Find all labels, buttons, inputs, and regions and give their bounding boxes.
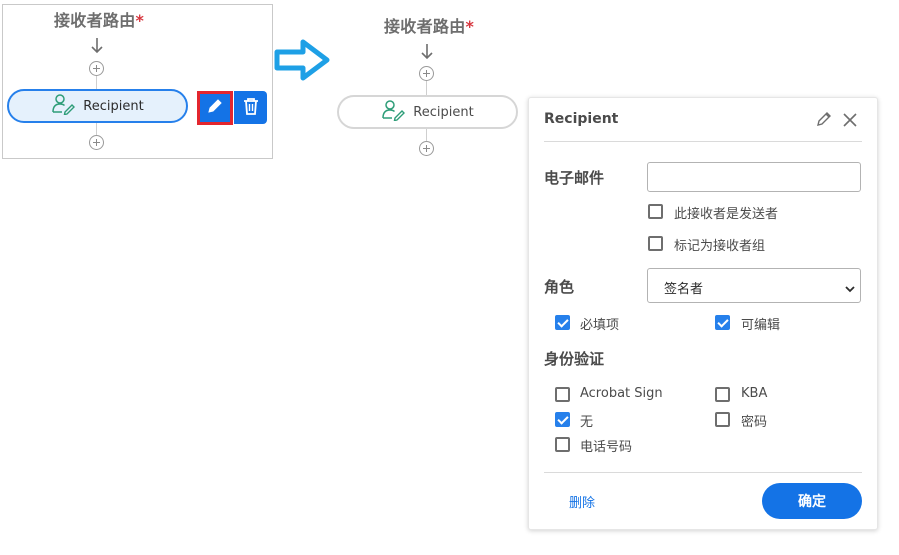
close-icon[interactable]	[842, 112, 858, 132]
email-field[interactable]	[647, 162, 861, 192]
delete-node-button[interactable]	[234, 91, 267, 124]
password-checkbox[interactable]	[715, 412, 730, 427]
transition-arrow-icon	[273, 38, 331, 86]
acrobat-sign-checkbox[interactable]	[555, 387, 570, 402]
panel-footer-divider	[544, 472, 862, 473]
pencil-icon	[206, 97, 224, 119]
trash-icon	[243, 97, 259, 119]
email-label: 电子邮件	[544, 169, 605, 187]
role-label: 角色	[544, 278, 575, 296]
right-connector-bottom	[426, 129, 427, 141]
right-flow-title: 接收者路由*	[384, 13, 474, 37]
left-add-step-top-icon[interactable]	[89, 61, 104, 76]
required-checkbox-label: 必填项	[580, 318, 620, 333]
kba-checkbox[interactable]	[715, 387, 730, 402]
panel-header-divider	[544, 141, 862, 142]
right-recipient-label: Recipient	[413, 104, 474, 120]
acrobat-sign-checkbox-label: Acrobat Sign	[580, 386, 663, 401]
left-recipient-label: Recipient	[83, 98, 144, 114]
confirm-button-label: 确定	[798, 494, 826, 510]
left-required-mark: *	[135, 11, 145, 30]
sender-checkbox-label: 此接收者是发送者	[674, 207, 779, 222]
none-checkbox-label: 无	[580, 415, 594, 430]
left-add-step-bottom-icon[interactable]	[89, 135, 104, 150]
left-down-arrow-icon	[88, 36, 106, 60]
chevron-down-icon	[844, 280, 856, 299]
panel-edit-icon[interactable]	[816, 111, 832, 131]
right-recipient-node[interactable]: Recipient	[337, 95, 518, 129]
none-checkbox[interactable]	[555, 412, 570, 427]
editable-checkbox[interactable]	[715, 315, 730, 330]
recipient-sign-icon	[381, 99, 406, 125]
edit-button[interactable]	[197, 91, 233, 125]
left-connector-top	[96, 76, 97, 90]
group-checkbox-label: 标记为接收者组	[674, 239, 766, 254]
left-connector-bottom	[96, 123, 97, 135]
sender-checkbox[interactable]	[648, 204, 663, 219]
left-recipient-node[interactable]: Recipient	[7, 89, 188, 123]
right-flow-title-text: 接收者路由	[384, 17, 466, 36]
confirm-button[interactable]: 确定	[762, 483, 862, 519]
role-select[interactable]: 签名者	[647, 268, 861, 303]
right-down-arrow-icon	[418, 42, 436, 66]
phone-checkbox-label: 电话号码	[580, 440, 633, 455]
required-checkbox[interactable]	[555, 315, 570, 330]
phone-checkbox[interactable]	[555, 437, 570, 452]
left-flow-title-text: 接收者路由	[54, 11, 136, 30]
role-selected-value: 签名者	[664, 282, 704, 297]
right-connector-top	[426, 81, 427, 96]
panel-header-title: Recipient	[544, 111, 619, 127]
password-checkbox-label: 密码	[741, 415, 768, 430]
right-required-mark: *	[465, 17, 475, 36]
delete-link[interactable]: 删除	[569, 492, 595, 511]
recipient-sign-icon	[51, 93, 76, 119]
right-add-step-bottom-icon[interactable]	[419, 141, 434, 156]
right-add-step-top-icon[interactable]	[419, 66, 434, 81]
group-checkbox[interactable]	[648, 236, 663, 251]
left-flow-title: 接收者路由*	[54, 7, 144, 31]
auth-label: 身份验证	[544, 350, 605, 368]
kba-checkbox-label: KBA	[741, 386, 768, 401]
editable-checkbox-label: 可编辑	[741, 318, 781, 333]
